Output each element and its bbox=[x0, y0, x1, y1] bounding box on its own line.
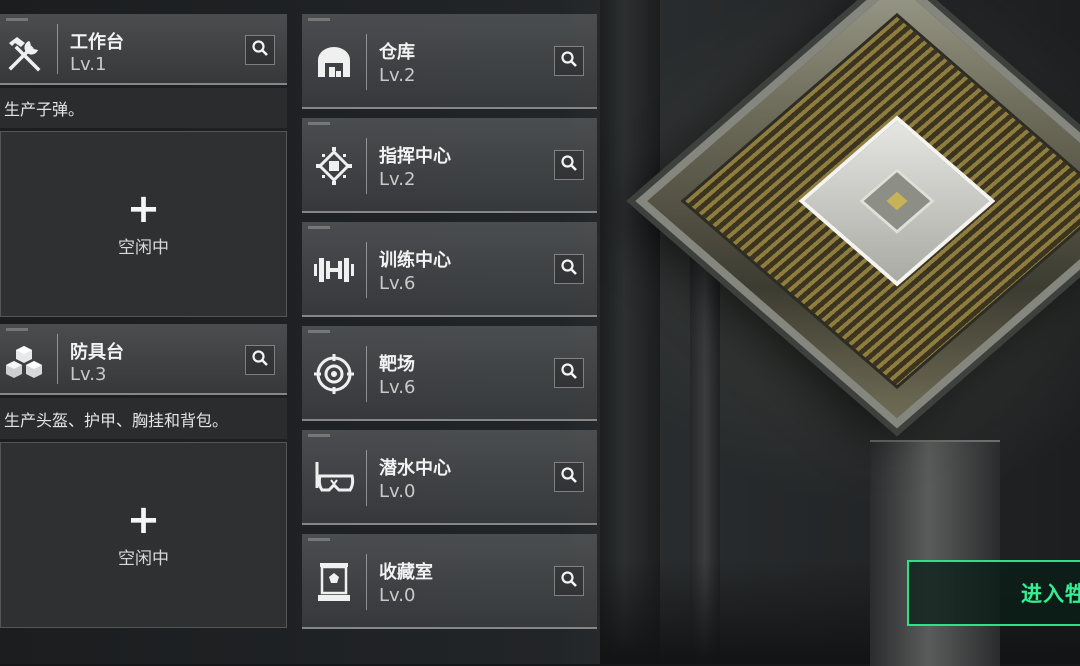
search-icon bbox=[560, 570, 578, 592]
search-icon bbox=[560, 466, 578, 488]
search-button[interactable] bbox=[554, 358, 584, 388]
boxes-icon bbox=[2, 340, 46, 384]
display-case-icon bbox=[312, 560, 356, 604]
facility-name: 指挥中心 bbox=[379, 146, 451, 167]
slot-status: 空闲中 bbox=[118, 237, 169, 258]
chip-icon bbox=[312, 144, 356, 188]
facility-card-shooting-range[interactable]: 靶场 Lv.6 bbox=[302, 326, 597, 421]
facility-name: 收藏室 bbox=[379, 562, 433, 583]
station-name: 工作台 bbox=[70, 32, 124, 53]
search-button[interactable] bbox=[554, 150, 584, 180]
enter-button[interactable]: 进入牲 bbox=[907, 560, 1080, 626]
production-slot[interactable]: + 空闲中 bbox=[0, 131, 287, 317]
dumbbell-icon bbox=[312, 248, 356, 292]
search-button[interactable] bbox=[245, 345, 275, 375]
search-icon bbox=[560, 154, 578, 176]
facility-card-warehouse[interactable]: 仓库 Lv.2 bbox=[302, 14, 597, 109]
facility-level: Lv.0 bbox=[379, 585, 416, 606]
diving-mask-icon bbox=[312, 456, 356, 500]
facility-name: 仓库 bbox=[379, 42, 415, 63]
facility-name: 训练中心 bbox=[379, 250, 451, 271]
facility-card-training-center[interactable]: 训练中心 Lv.6 bbox=[302, 222, 597, 317]
search-icon bbox=[251, 349, 269, 371]
warehouse-icon bbox=[312, 40, 356, 84]
facility-level: Lv.2 bbox=[379, 169, 416, 190]
facility-name: 潜水中心 bbox=[379, 458, 451, 479]
station-level: Lv.3 bbox=[70, 364, 107, 385]
station-card-workbench[interactable]: 工作台 Lv.1 bbox=[0, 14, 287, 85]
facility-card-diving-center[interactable]: 潜水中心 Lv.0 bbox=[302, 430, 597, 525]
station-description: 生产子弹。 bbox=[0, 88, 287, 128]
facility-name: 靶场 bbox=[379, 354, 415, 375]
facility-card-command-center[interactable]: 指挥中心 Lv.2 bbox=[302, 118, 597, 213]
search-icon bbox=[251, 39, 269, 61]
facility-level: Lv.6 bbox=[379, 273, 416, 294]
station-card-armor-bench[interactable]: 防具台 Lv.3 bbox=[0, 324, 287, 395]
enter-button-label: 进入牲 bbox=[1021, 582, 1080, 606]
plus-icon: + bbox=[126, 185, 161, 232]
station-description: 生产头盔、护甲、胸挂和背包。 bbox=[0, 398, 287, 439]
search-icon bbox=[560, 362, 578, 384]
facility-level: Lv.6 bbox=[379, 377, 416, 398]
cube-pedestal bbox=[870, 440, 1000, 666]
production-slot[interactable]: + 空闲中 bbox=[0, 442, 287, 628]
search-button[interactable] bbox=[554, 46, 584, 76]
slot-status: 空闲中 bbox=[118, 548, 169, 569]
facility-level: Lv.0 bbox=[379, 481, 416, 502]
facility-level: Lv.2 bbox=[379, 65, 416, 86]
search-button[interactable] bbox=[554, 254, 584, 284]
search-icon bbox=[560, 258, 578, 280]
plus-icon: + bbox=[126, 496, 161, 543]
search-button[interactable] bbox=[554, 462, 584, 492]
station-name: 防具台 bbox=[70, 342, 124, 363]
target-icon bbox=[312, 352, 356, 396]
search-icon bbox=[560, 50, 578, 72]
search-button[interactable] bbox=[245, 35, 275, 65]
station-level: Lv.1 bbox=[70, 54, 107, 75]
facility-card-collection-room[interactable]: 收藏室 Lv.0 bbox=[302, 534, 597, 629]
search-button[interactable] bbox=[554, 566, 584, 596]
hammer-wrench-icon bbox=[2, 32, 46, 76]
